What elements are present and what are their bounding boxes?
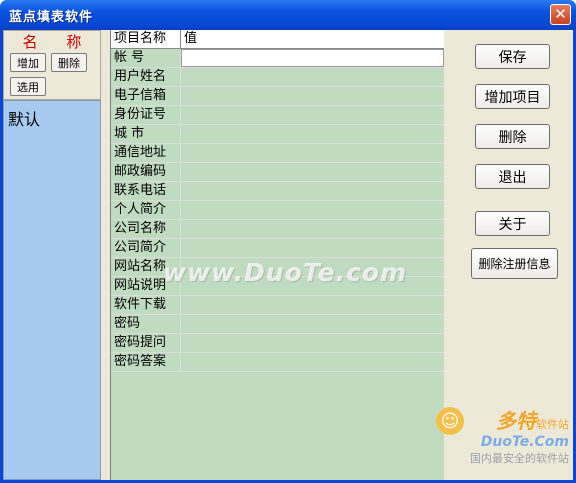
row-value-cell[interactable] xyxy=(181,353,444,371)
table-row[interactable]: 城 市 xyxy=(111,125,444,144)
table-row[interactable]: 电子信箱 xyxy=(111,87,444,106)
row-label: 帐 号 xyxy=(111,49,181,67)
brand-logo: ☺ 多特软件站 DuoTe.Com 国内最安全的软件站 xyxy=(436,405,569,466)
row-label: 城 市 xyxy=(111,125,181,143)
row-value-cell[interactable] xyxy=(181,334,444,352)
row-value-cell[interactable] xyxy=(181,68,444,86)
remove-registration-button[interactable]: 删除注册信息 xyxy=(471,248,558,279)
table-row[interactable]: 密码提问 xyxy=(111,334,444,353)
select-profile-button[interactable]: 选用 xyxy=(10,77,46,96)
row-label: 联系电话 xyxy=(111,182,181,200)
table-row[interactable]: 用户姓名 xyxy=(111,68,444,87)
client-area: 名 称 增加 删除 选用 默认 项目名称 值 帐 号用户姓名 电子信箱 身份证号城 … xyxy=(3,30,573,480)
mascot-icon: ☺ xyxy=(436,407,464,435)
brand-url: DuoTe.Com xyxy=(480,434,569,450)
table-row[interactable]: 密码答案 xyxy=(111,353,444,372)
add-item-button[interactable]: 增加项目 xyxy=(475,84,550,109)
delete-button[interactable]: 删除 xyxy=(475,124,550,149)
row-value-cell[interactable] xyxy=(181,182,444,200)
row-label: 个人简介 xyxy=(111,201,181,219)
header-item-name[interactable]: 项目名称 xyxy=(111,30,181,48)
row-label: 公司简介 xyxy=(111,239,181,257)
row-value-cell[interactable] xyxy=(181,49,444,67)
title-bar[interactable]: 蓝点填表软件 ✕ xyxy=(0,0,576,30)
list-item[interactable]: 默认 xyxy=(8,106,40,130)
row-value-cell[interactable] xyxy=(181,106,444,124)
table-row[interactable]: 联系电话 xyxy=(111,182,444,201)
app-window: 蓝点填表软件 ✕ 名 称 增加 删除 选用 默认 项目名称 值 帐 号用户姓名电… xyxy=(0,0,576,483)
table-row[interactable]: 密码 xyxy=(111,315,444,334)
table-row[interactable]: 邮政编码 xyxy=(111,163,444,182)
close-button[interactable]: ✕ xyxy=(550,4,571,25)
profile-list[interactable]: 默认 xyxy=(3,100,101,480)
row-label: 密码 xyxy=(111,315,181,333)
save-button[interactable]: 保存 xyxy=(475,44,550,69)
table-row[interactable]: 身份证号 xyxy=(111,106,444,125)
row-value-cell[interactable] xyxy=(181,315,444,333)
table-row[interactable]: 通信地址 xyxy=(111,144,444,163)
profile-controls: 名 称 增加 删除 选用 xyxy=(3,30,101,100)
row-label: 公司名称 xyxy=(111,220,181,238)
brand-name: 多特 xyxy=(496,409,536,433)
brand-sub: 软件站 xyxy=(536,418,569,431)
row-label: 密码提问 xyxy=(111,334,181,352)
table-row[interactable]: 软件下载 xyxy=(111,296,444,315)
table-row[interactable]: 公司简介 xyxy=(111,239,444,258)
row-label: 密码答案 xyxy=(111,353,181,371)
row-value-cell[interactable] xyxy=(181,296,444,314)
row-label: 邮政编码 xyxy=(111,163,181,181)
row-label: 软件下载 xyxy=(111,296,181,314)
row-value-cell[interactable] xyxy=(181,239,444,257)
grid-header: 项目名称 值 xyxy=(111,30,444,49)
row-value-cell[interactable] xyxy=(181,163,444,181)
watermark-text: www.DuoTe.com xyxy=(163,258,408,287)
header-value[interactable]: 值 xyxy=(181,30,444,48)
profile-list-title: 名 称 xyxy=(22,33,94,51)
table-row[interactable]: 帐 号 xyxy=(111,49,444,68)
row-label: 通信地址 xyxy=(111,144,181,162)
table-row[interactable]: 公司名称 xyxy=(111,220,444,239)
window-title: 蓝点填表软件 xyxy=(9,10,94,25)
brand-tagline: 国内最安全的软件站 xyxy=(470,452,569,465)
add-profile-button[interactable]: 增加 xyxy=(10,53,46,72)
row-value-cell[interactable] xyxy=(181,220,444,238)
row-value-cell[interactable] xyxy=(181,125,444,143)
row-value-cell[interactable] xyxy=(181,201,444,219)
field-grid[interactable]: 项目名称 值 帐 号用户姓名 电子信箱 身份证号城 市通信地址 邮政编码 联系电话 个人简… xyxy=(110,30,444,480)
exit-button[interactable]: 退出 xyxy=(475,164,550,189)
row-label: 身份证号 xyxy=(111,106,181,124)
row-value-cell[interactable] xyxy=(181,144,444,162)
row-label: 用户姓名 xyxy=(111,68,181,86)
about-button[interactable]: 关于 xyxy=(475,211,550,236)
close-icon: ✕ xyxy=(554,5,567,23)
delete-profile-button[interactable]: 删除 xyxy=(51,53,87,72)
row-label: 电子信箱 xyxy=(111,87,181,105)
row-value-cell[interactable] xyxy=(181,87,444,105)
table-row[interactable]: 个人简介 xyxy=(111,201,444,220)
